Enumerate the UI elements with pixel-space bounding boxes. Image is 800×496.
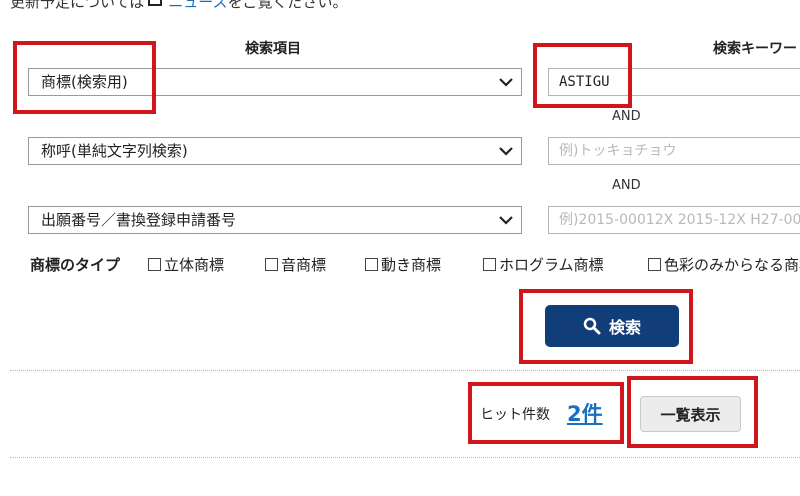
external-link-icon — [148, 0, 163, 6]
highlight-hit-count — [468, 382, 624, 444]
search-field-value-2: 称呼(単純文字列検索) — [41, 142, 188, 160]
checkbox-motion-mark[interactable]: 動き商標 — [365, 254, 441, 275]
highlight-search-button — [519, 289, 693, 364]
checkbox-label: 動き商標 — [381, 256, 442, 274]
chevron-down-icon — [499, 147, 513, 156]
trademark-type-label: 商標のタイプ — [30, 256, 121, 274]
checkbox-hologram-mark[interactable]: ホログラム商標 — [483, 254, 604, 275]
divider — [10, 457, 800, 458]
keyword-header: 検索キーワード — [713, 41, 800, 57]
keyword-placeholder-3: 例)2015-00012X 2015-12X H27-00012X — [559, 212, 800, 228]
update-notice: 更新予定については ニュースをご覧ください。 — [10, 0, 348, 12]
checkbox-icon — [148, 258, 161, 271]
highlight-keyword-input — [533, 43, 632, 108]
search-field-select-2[interactable]: 称呼(単純文字列検索) — [28, 137, 522, 165]
checkbox-icon — [365, 258, 378, 271]
notice-suffix: をご覧ください。 — [227, 0, 348, 11]
checkbox-label: ホログラム商標 — [499, 256, 604, 274]
search-field-value-3: 出願番号／書換登録申請番号 — [41, 211, 237, 229]
highlight-field-select — [13, 41, 156, 114]
divider — [10, 370, 800, 371]
checkbox-color-mark[interactable]: 色彩のみからなる商標 — [648, 254, 800, 275]
checkbox-icon — [648, 258, 661, 271]
checkbox-label: 色彩のみからなる商標 — [664, 256, 800, 274]
and-operator-1: AND — [612, 109, 641, 124]
chevron-down-icon — [499, 78, 513, 87]
notice-prefix: 更新予定については — [10, 0, 145, 11]
checkbox-label: 立体商標 — [164, 256, 225, 274]
news-link[interactable]: ニュース — [168, 0, 227, 11]
keyword-input-3[interactable]: 例)2015-00012X 2015-12X H27-00012X — [548, 206, 800, 234]
checkbox-sound-mark[interactable]: 音商標 — [265, 254, 326, 275]
keyword-input-2[interactable]: 例)トッキョチョウ — [548, 137, 800, 165]
highlight-list-view-button — [627, 376, 758, 448]
search-field-select-3[interactable]: 出願番号／書換登録申請番号 — [28, 206, 522, 234]
checkbox-3d-mark[interactable]: 立体商標 — [148, 254, 224, 275]
keyword-placeholder-2: 例)トッキョチョウ — [559, 143, 677, 159]
and-operator-2: AND — [612, 178, 641, 193]
chevron-down-icon — [499, 216, 513, 225]
checkbox-label: 音商標 — [281, 256, 327, 274]
checkbox-icon — [483, 258, 496, 271]
checkbox-icon — [265, 258, 278, 271]
search-item-header: 検索項目 — [245, 41, 301, 57]
